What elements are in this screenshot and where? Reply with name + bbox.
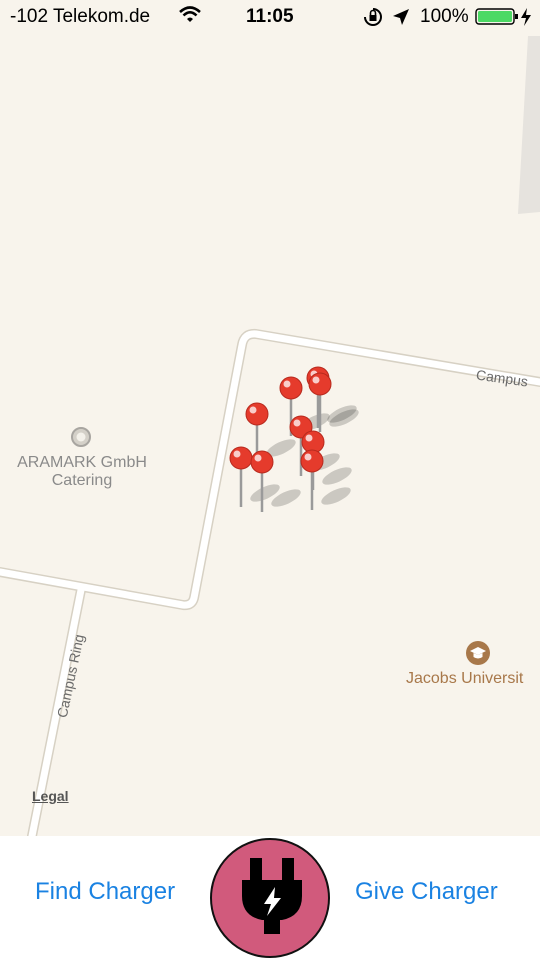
legal-link[interactable]: Legal	[32, 788, 69, 804]
plug-button[interactable]	[210, 838, 330, 958]
wifi-icon	[178, 4, 202, 32]
find-charger-button[interactable]: Find Charger	[35, 878, 175, 906]
clock: 11:05	[246, 6, 294, 27]
map-view[interactable]: Campus Campus Ring ARAMARK GmbH Catering…	[0, 0, 540, 836]
location-arrow-icon	[392, 8, 410, 32]
give-charger-button[interactable]: Give Charger	[355, 878, 498, 906]
battery-percent: 100%	[420, 6, 469, 27]
rotation-lock-icon	[362, 7, 384, 33]
plug-icon	[240, 858, 304, 947]
carrier-label: -102 Telekom.de	[10, 6, 151, 27]
pins-layer	[229, 366, 359, 512]
status-bar: -102 Telekom.de 11:05 100%	[0, 0, 540, 36]
battery-icon	[475, 7, 521, 33]
map-pin[interactable]	[250, 450, 303, 512]
charging-bolt-icon	[520, 8, 532, 32]
